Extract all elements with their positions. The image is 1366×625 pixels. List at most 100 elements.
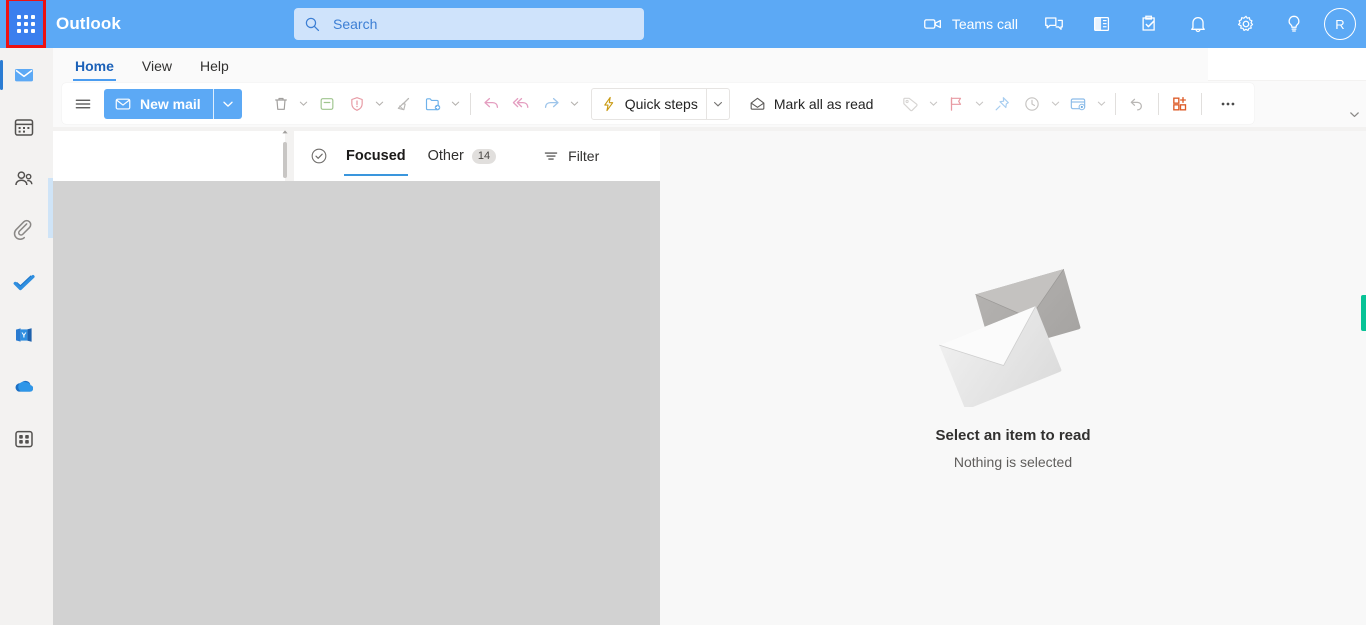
- forward-dropdown[interactable]: [567, 88, 583, 120]
- snooze-button[interactable]: [1017, 88, 1047, 120]
- reply-arrow-icon: [484, 97, 499, 109]
- app-header: Outlook Search Teams call R: [0, 0, 1366, 48]
- move-to-button[interactable]: [418, 88, 448, 120]
- reading-pane-title: Select an item to read: [935, 427, 1091, 444]
- open-envelope-icon: [750, 97, 765, 110]
- mark-all-as-read-button[interactable]: Mark all as read: [740, 88, 882, 120]
- ellipsis-icon: [1222, 102, 1235, 105]
- chevron-down-icon: [1051, 101, 1060, 106]
- undo-button[interactable]: [1122, 88, 1152, 120]
- cloud-icon: [15, 380, 34, 392]
- sidebar-item-onedrive[interactable]: [4, 368, 44, 406]
- report-button[interactable]: [342, 88, 372, 120]
- avatar[interactable]: R: [1324, 8, 1356, 40]
- add-ins-button[interactable]: [1165, 88, 1195, 120]
- help-button[interactable]: [1270, 0, 1318, 48]
- addins-plus-icon: [1173, 96, 1187, 110]
- yammer-icon: Y: [16, 328, 32, 342]
- notifications-button[interactable]: [1174, 0, 1222, 48]
- archive-button[interactable]: [312, 88, 342, 120]
- people-icon: [15, 171, 33, 186]
- sidebar-item-more-apps[interactable]: [4, 420, 44, 458]
- rules-dropdown[interactable]: [1093, 88, 1109, 120]
- header-side-panel: [1208, 48, 1366, 80]
- clock-icon: [1025, 96, 1040, 111]
- folder-pane-scrollbar[interactable]: [281, 128, 289, 183]
- toolbar-divider-2: [1115, 92, 1117, 115]
- chat-button[interactable]: [1030, 0, 1078, 48]
- bell-icon: [1191, 17, 1205, 33]
- chevron-down-icon: [300, 101, 308, 106]
- chevron-down-icon: [223, 101, 233, 107]
- sidebar-item-files[interactable]: [4, 212, 44, 250]
- rules-button[interactable]: [1063, 88, 1093, 120]
- settings-button[interactable]: [1222, 0, 1270, 48]
- app-launcher-button[interactable]: [8, 0, 44, 48]
- quick-steps-group: Quick steps: [590, 87, 730, 120]
- delete-dropdown[interactable]: [296, 88, 312, 120]
- chevron-down-icon: [376, 101, 384, 106]
- flag-button[interactable]: [941, 88, 971, 120]
- chat-bubble-icon: [1045, 17, 1063, 30]
- reply-button[interactable]: [477, 88, 507, 120]
- mail-icon: [15, 69, 33, 82]
- quick-steps-label: Quick steps: [624, 95, 698, 112]
- lightbulb-icon: [1288, 15, 1300, 32]
- svg-text:Y: Y: [21, 330, 26, 339]
- app-rail: Y: [0, 48, 48, 625]
- tab-other[interactable]: Other 14: [420, 132, 505, 180]
- scrollbar-thumb[interactable]: [283, 142, 287, 178]
- tag-dropdown[interactable]: [925, 88, 941, 120]
- apps-grid-icon: [15, 430, 33, 448]
- delete-button[interactable]: [266, 88, 296, 120]
- sidebar-item-calendar[interactable]: [4, 108, 44, 146]
- new-mail-dropdown[interactable]: [214, 97, 242, 111]
- tag-button[interactable]: [895, 88, 925, 120]
- reply-all-button[interactable]: [507, 88, 537, 120]
- tab-focused[interactable]: Focused: [338, 132, 414, 180]
- ribbon-collapse-button[interactable]: [1348, 108, 1361, 126]
- circle-check-icon: [311, 148, 327, 164]
- sidebar-item-viva-engage[interactable]: Y: [4, 316, 44, 354]
- select-all-button[interactable]: [306, 146, 332, 166]
- new-mail-button[interactable]: New mail: [104, 88, 242, 119]
- broom-icon: [397, 97, 409, 110]
- flag-dropdown[interactable]: [971, 88, 987, 120]
- undo-arrow-icon: [1131, 98, 1143, 110]
- tab-home[interactable]: Home: [63, 54, 126, 81]
- scroll-up-arrow-icon[interactable]: [281, 128, 289, 136]
- office-apps-button[interactable]: [1078, 0, 1126, 48]
- sweep-button[interactable]: [388, 88, 418, 120]
- tab-focused-label: Focused: [346, 148, 406, 164]
- envelope-icon: [115, 98, 131, 110]
- sidebar-item-mail[interactable]: [0, 56, 44, 94]
- archive-icon: [320, 97, 334, 110]
- pin-button[interactable]: [987, 88, 1017, 120]
- forward-button[interactable]: [537, 88, 567, 120]
- trash-icon: [274, 97, 287, 110]
- tasks-button[interactable]: [1126, 0, 1174, 48]
- tab-help[interactable]: Help: [188, 54, 241, 81]
- quick-steps-button[interactable]: Quick steps: [592, 88, 706, 120]
- tab-view[interactable]: View: [130, 54, 184, 81]
- search-input[interactable]: Search: [294, 8, 644, 40]
- filter-lines-icon: [544, 152, 558, 160]
- more-commands-button[interactable]: [1208, 88, 1248, 120]
- chevron-down-icon: [975, 101, 984, 106]
- sidebar-item-to-do[interactable]: [4, 264, 44, 302]
- quick-steps-dropdown[interactable]: [707, 88, 729, 120]
- new-mail-divider: [212, 88, 214, 119]
- filter-label: Filter: [568, 148, 600, 164]
- teams-call-button[interactable]: Teams call: [914, 0, 1030, 48]
- report-dropdown[interactable]: [372, 88, 388, 120]
- search-icon: [305, 17, 320, 31]
- tag-icon: [903, 97, 919, 111]
- chevron-down-icon: [452, 101, 460, 106]
- sidebar-item-people[interactable]: [4, 160, 44, 198]
- snooze-dropdown[interactable]: [1047, 88, 1063, 120]
- avatar-initial: R: [1335, 16, 1345, 32]
- filter-button[interactable]: Filter: [542, 147, 599, 165]
- move-to-dropdown[interactable]: [448, 88, 464, 120]
- nav-menu-button[interactable]: [68, 88, 98, 120]
- new-mail-label: New mail: [140, 95, 201, 112]
